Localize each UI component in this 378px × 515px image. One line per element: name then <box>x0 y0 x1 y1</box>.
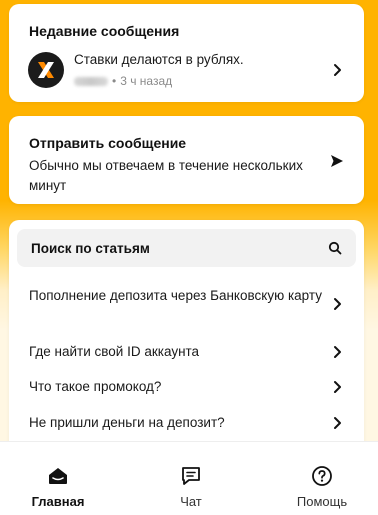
blurred-sender-name <box>74 76 108 86</box>
bottom-navigation: Главная Чат Помощь <box>0 441 378 515</box>
send-message-description: Обычно мы отвечаем в течение нескольких … <box>29 158 303 193</box>
article-item[interactable]: Что такое промокод? <box>29 377 349 397</box>
help-question-icon <box>312 466 332 486</box>
chevron-right-icon[interactable] <box>330 380 344 394</box>
article-item[interactable]: Пополнение депозита через Банковскую кар… <box>29 286 349 306</box>
nav-help-label: Помощь <box>296 494 348 509</box>
nav-chat[interactable]: Чат <box>155 442 227 515</box>
chat-icon <box>182 467 200 485</box>
nav-chat-label: Чат <box>180 494 202 509</box>
nav-home[interactable]: Главная <box>22 442 94 515</box>
recent-message-meta: • 3 ч назад <box>74 74 172 88</box>
message-time: 3 ч назад <box>120 74 173 88</box>
avatar <box>28 52 64 88</box>
send-arrow-icon[interactable] <box>330 154 344 168</box>
home-inbox-icon <box>49 468 67 484</box>
search-icon[interactable] <box>328 241 342 255</box>
nav-help[interactable]: Помощь <box>286 442 358 515</box>
recent-messages-card[interactable]: Недавние сообщения Ставки делаются в руб… <box>9 4 364 102</box>
recent-message-preview: Ставки делаются в рублях. <box>74 52 244 67</box>
nav-home-label: Главная <box>31 494 85 509</box>
brand-x-logo-icon <box>38 62 54 78</box>
send-message-title: Отправить сообщение <box>29 135 187 151</box>
article-item[interactable]: Где найти свой ID аккаунта <box>29 342 349 362</box>
article-search-label: Поиск по статьям <box>31 240 150 256</box>
recent-messages-title: Недавние сообщения <box>29 23 180 39</box>
send-message-card[interactable]: Отправить сообщение Обычно мы отвечаем в… <box>9 116 364 204</box>
chevron-right-icon[interactable] <box>330 416 344 430</box>
article-item[interactable]: Не пришли деньги на депозит? <box>29 413 349 433</box>
article-search-bar[interactable]: Поиск по статьям <box>17 229 356 267</box>
chevron-right-icon[interactable] <box>330 63 344 77</box>
chevron-right-icon[interactable] <box>330 297 344 311</box>
meta-separator: • <box>112 74 117 88</box>
chevron-right-icon[interactable] <box>330 345 344 359</box>
